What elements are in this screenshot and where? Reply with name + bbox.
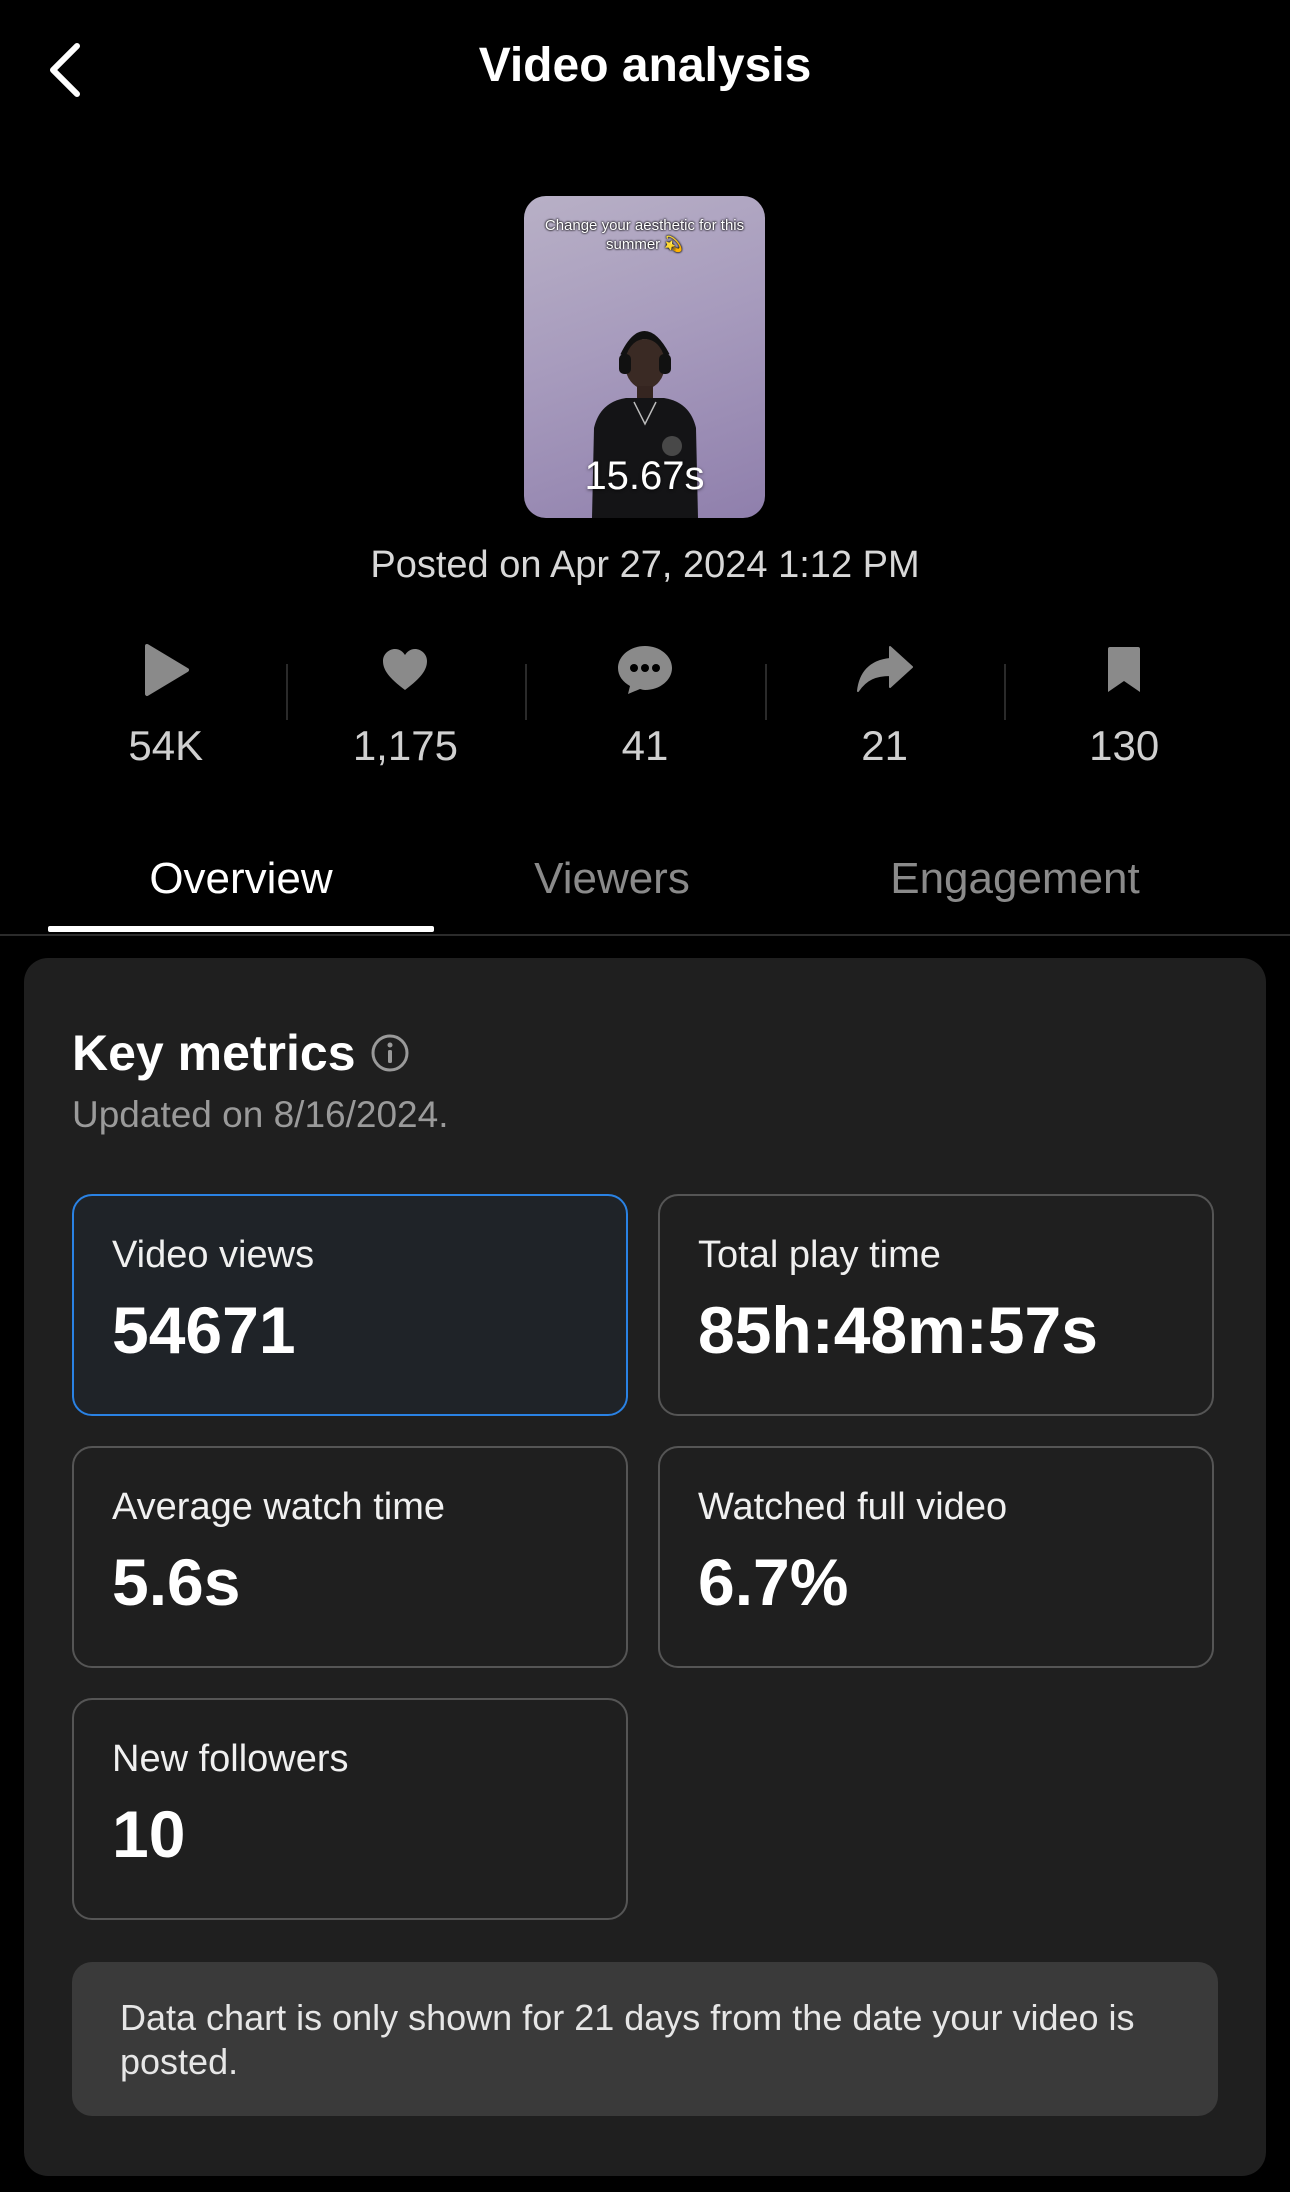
tab-label: Viewers [534, 854, 690, 903]
metric-value: 10 [112, 1797, 186, 1871]
stats-row: 54K 1,175 41 21 130 [46, 640, 1244, 780]
metric-value: 6.7% [698, 1545, 849, 1619]
video-thumbnail[interactable]: Change your aesthetic for this summer 💫 … [524, 196, 765, 518]
page-title: Video analysis [478, 39, 812, 92]
heart-icon [383, 649, 428, 690]
stat-shares: 21 [764, 640, 1005, 780]
tab-viewers[interactable]: Viewers [434, 840, 790, 932]
play-icon [144, 644, 189, 696]
tab-label: Engagement [890, 854, 1140, 903]
metric-total-play-time[interactable]: Total play time 85h:48m:57s [658, 1194, 1214, 1416]
tab-label: Overview [149, 854, 333, 903]
metric-value: 54671 [112, 1293, 296, 1367]
stat-value: 130 [1089, 722, 1160, 769]
stat-comments: 41 [525, 640, 765, 780]
active-tab-indicator [48, 926, 434, 932]
key-metrics-title: Key metrics [72, 1025, 356, 1081]
stat-value: 41 [621, 722, 669, 769]
stat-views: 54K [46, 640, 286, 780]
video-caption: Change your aesthetic for this summer 💫 [544, 217, 745, 253]
tab-bar: Overview Viewers Engagement [0, 840, 1290, 936]
data-chart-notice: Data chart is only shown for 21 days fro… [72, 1962, 1218, 2116]
metric-label: New followers [112, 1738, 349, 1780]
posted-date: Posted on Apr 27, 2024 1:12 PM [370, 544, 920, 586]
metric-new-followers[interactable]: New followers 10 [72, 1698, 628, 1920]
header: Video analysis [0, 0, 1290, 140]
metric-watched-full-video[interactable]: Watched full video 6.7% [658, 1446, 1214, 1668]
video-duration: 15.67s [584, 454, 705, 498]
bookmark-icon [1108, 647, 1141, 692]
stat-saves: 130 [1004, 640, 1244, 780]
metric-video-views[interactable]: Video views 54671 [72, 1194, 628, 1416]
metric-average-watch-time[interactable]: Average watch time 5.6s [72, 1446, 628, 1668]
metric-label: Watched full video [698, 1486, 1008, 1528]
share-icon [856, 646, 913, 692]
metric-value: 5.6s [112, 1545, 241, 1619]
updated-date: Updated on 8/16/2024. [72, 1094, 449, 1135]
info-icon[interactable] [370, 1033, 410, 1073]
metric-value: 85h:48m:57s [698, 1293, 1098, 1367]
metric-label: Average watch time [112, 1486, 446, 1528]
stat-likes: 1,175 [285, 640, 526, 780]
stat-value: 54K [128, 722, 204, 769]
stat-value: 21 [861, 722, 908, 769]
tab-overview[interactable]: Overview [48, 840, 434, 932]
metric-label: Video views [112, 1234, 315, 1276]
key-metrics-card: Key metrics Updated on 8/16/2024. Video … [24, 958, 1266, 2176]
metric-label: Total play time [698, 1234, 941, 1276]
comment-icon [617, 646, 672, 694]
tab-engagement[interactable]: Engagement [840, 840, 1190, 932]
stat-value: 1,175 [352, 722, 458, 769]
key-metrics-header: Key metrics [72, 1024, 410, 1082]
